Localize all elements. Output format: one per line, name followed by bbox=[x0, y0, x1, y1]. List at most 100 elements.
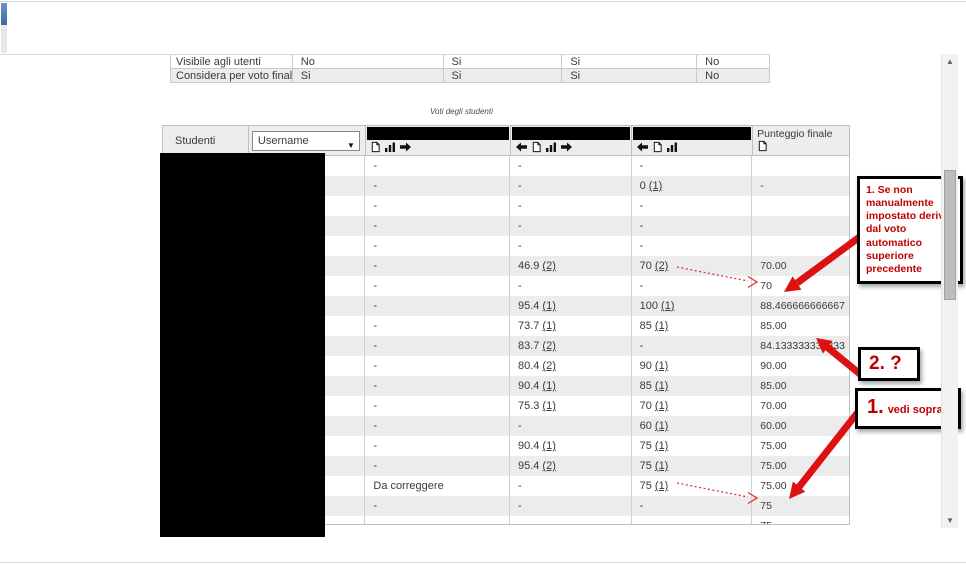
grade-detail-link[interactable]: (1) bbox=[542, 440, 555, 452]
vertical-scrollbar[interactable]: ▲ ▼ bbox=[941, 54, 958, 528]
grade-column-1-header bbox=[366, 126, 511, 155]
grades-table-header: Studenti Username ▼ Punteggio finale bbox=[163, 126, 849, 156]
chevron-down-icon: ▼ bbox=[347, 137, 355, 155]
stats-icon[interactable] bbox=[384, 141, 396, 153]
grade-cell: - bbox=[365, 456, 510, 476]
grade-detail-link[interactable]: (1) bbox=[655, 400, 668, 412]
grade-cell: 0 (1) bbox=[632, 176, 753, 196]
grade-cell: 46.9 (2) bbox=[510, 256, 632, 276]
grade-detail-link[interactable]: (2) bbox=[542, 360, 555, 372]
grade-cell: - bbox=[365, 336, 510, 356]
grade-detail-link[interactable]: (2) bbox=[542, 340, 555, 352]
scroll-up-icon[interactable]: ▲ bbox=[942, 57, 958, 66]
grade-cell: 73.7 (1) bbox=[510, 316, 632, 336]
grade-cell: - bbox=[632, 216, 753, 236]
grade-cell: 85.00 bbox=[752, 316, 849, 336]
grade-cell: 75 bbox=[752, 496, 849, 516]
grade-cell: 70 (1) bbox=[632, 396, 753, 416]
grade-detail-link[interactable]: (1) bbox=[655, 440, 668, 452]
grade-detail-link[interactable]: (1) bbox=[542, 300, 555, 312]
scrollbar-thumb[interactable] bbox=[944, 170, 956, 300]
grade-cell: 60 (1) bbox=[632, 416, 753, 436]
grade-detail-link[interactable]: (1) bbox=[655, 460, 668, 472]
final-score-column-header: Punteggio finale bbox=[753, 126, 849, 155]
username-select-value: Username bbox=[258, 135, 309, 147]
grade-cell: - bbox=[365, 196, 510, 216]
arrow-right-icon[interactable] bbox=[560, 141, 573, 153]
report-icon[interactable] bbox=[531, 141, 542, 153]
grade-cell: - bbox=[510, 216, 632, 236]
grade-cell: - bbox=[752, 176, 849, 196]
grade-cell bbox=[510, 516, 632, 524]
grade-cell: 75 (1) bbox=[632, 456, 753, 476]
grade-cell: 60.00 bbox=[752, 416, 849, 436]
grade-cell: 75 (1) bbox=[632, 436, 753, 456]
settings-value: Si bbox=[444, 55, 563, 69]
grade-detail-link[interactable]: (2) bbox=[542, 460, 555, 472]
gradebook-page: { "page": { "caption": "Voti degli stude… bbox=[0, 0, 966, 564]
grade-detail-link[interactable]: (1) bbox=[542, 380, 555, 392]
settings-table: Visibile agli utentiNoSiSiNoConsidera pe… bbox=[170, 55, 770, 83]
grade-cell: - bbox=[510, 276, 632, 296]
grade-cell: - bbox=[510, 416, 632, 436]
stats-icon[interactable] bbox=[545, 141, 557, 153]
settings-value: Si bbox=[444, 69, 563, 83]
grade-cell: 88.466666666667 bbox=[752, 296, 849, 316]
grade-cell: - bbox=[510, 156, 632, 176]
grade-cell bbox=[752, 156, 849, 176]
arrow-left-icon[interactable] bbox=[636, 141, 649, 153]
scroll-down-icon[interactable]: ▼ bbox=[942, 516, 958, 525]
grade-cell: - bbox=[365, 416, 510, 436]
settings-value: Si bbox=[562, 69, 697, 83]
grade-cell: 83.7 (2) bbox=[510, 336, 632, 356]
grade-cell: 95.4 (1) bbox=[510, 296, 632, 316]
grade-detail-link[interactable]: (2) bbox=[655, 260, 668, 272]
grade-cell: - bbox=[365, 496, 510, 516]
grade-detail-link[interactable]: (1) bbox=[655, 420, 668, 432]
report-icon[interactable] bbox=[757, 140, 768, 152]
arrow-right-icon[interactable] bbox=[399, 141, 412, 153]
grade-cell: 85 (1) bbox=[632, 316, 753, 336]
grade-cell: 90.4 (1) bbox=[510, 436, 632, 456]
grade-cell: - bbox=[632, 156, 753, 176]
grade-detail-link[interactable]: (1) bbox=[655, 360, 668, 372]
grade-detail-link[interactable]: (1) bbox=[661, 300, 674, 312]
annotation-note-3-text: vedi sopra bbox=[888, 404, 943, 416]
settings-value: Si bbox=[562, 55, 697, 69]
grade-cell: 100 (1) bbox=[632, 296, 753, 316]
grade-cell: 75 bbox=[752, 516, 849, 524]
grade-cell: 75.00 bbox=[752, 476, 849, 496]
grade-cell: 75 (1) bbox=[632, 476, 753, 496]
grade-detail-link[interactable]: (1) bbox=[542, 320, 555, 332]
left-scrollbar-track[interactable] bbox=[1, 25, 7, 53]
grade-cell: 70.00 bbox=[752, 256, 849, 276]
report-icon[interactable] bbox=[652, 141, 663, 153]
redacted-column-title bbox=[512, 127, 631, 140]
stats-icon[interactable] bbox=[666, 141, 678, 153]
grade-cell: - bbox=[632, 196, 753, 216]
username-select[interactable]: Username ▼ bbox=[252, 131, 360, 151]
grade-cell: - bbox=[510, 496, 632, 516]
grade-cell: - bbox=[632, 496, 753, 516]
window-bottom-edge bbox=[0, 562, 966, 563]
left-scrollbar-thumb[interactable] bbox=[1, 3, 7, 25]
grade-cell: - bbox=[365, 216, 510, 236]
grade-cell: - bbox=[632, 276, 753, 296]
grade-cell: 75.3 (1) bbox=[510, 396, 632, 416]
grade-cell: - bbox=[365, 396, 510, 416]
grade-cell: 90.00 bbox=[752, 356, 849, 376]
grade-detail-link[interactable]: (1) bbox=[649, 180, 662, 192]
grade-detail-link[interactable]: (1) bbox=[542, 400, 555, 412]
report-icon[interactable] bbox=[370, 141, 381, 153]
grade-cell: - bbox=[632, 336, 753, 356]
grade-column-2-header bbox=[511, 126, 633, 155]
grade-detail-link[interactable]: (1) bbox=[655, 320, 668, 332]
grade-detail-link[interactable]: (2) bbox=[542, 260, 555, 272]
grade-cell: - bbox=[365, 436, 510, 456]
grade-detail-link[interactable]: (1) bbox=[655, 380, 668, 392]
students-column-header: Studenti bbox=[163, 126, 249, 155]
grade-cell: 90 (1) bbox=[632, 356, 753, 376]
arrow-left-icon[interactable] bbox=[515, 141, 528, 153]
grade-detail-link[interactable]: (1) bbox=[655, 480, 668, 492]
grade-cell: - bbox=[510, 176, 632, 196]
